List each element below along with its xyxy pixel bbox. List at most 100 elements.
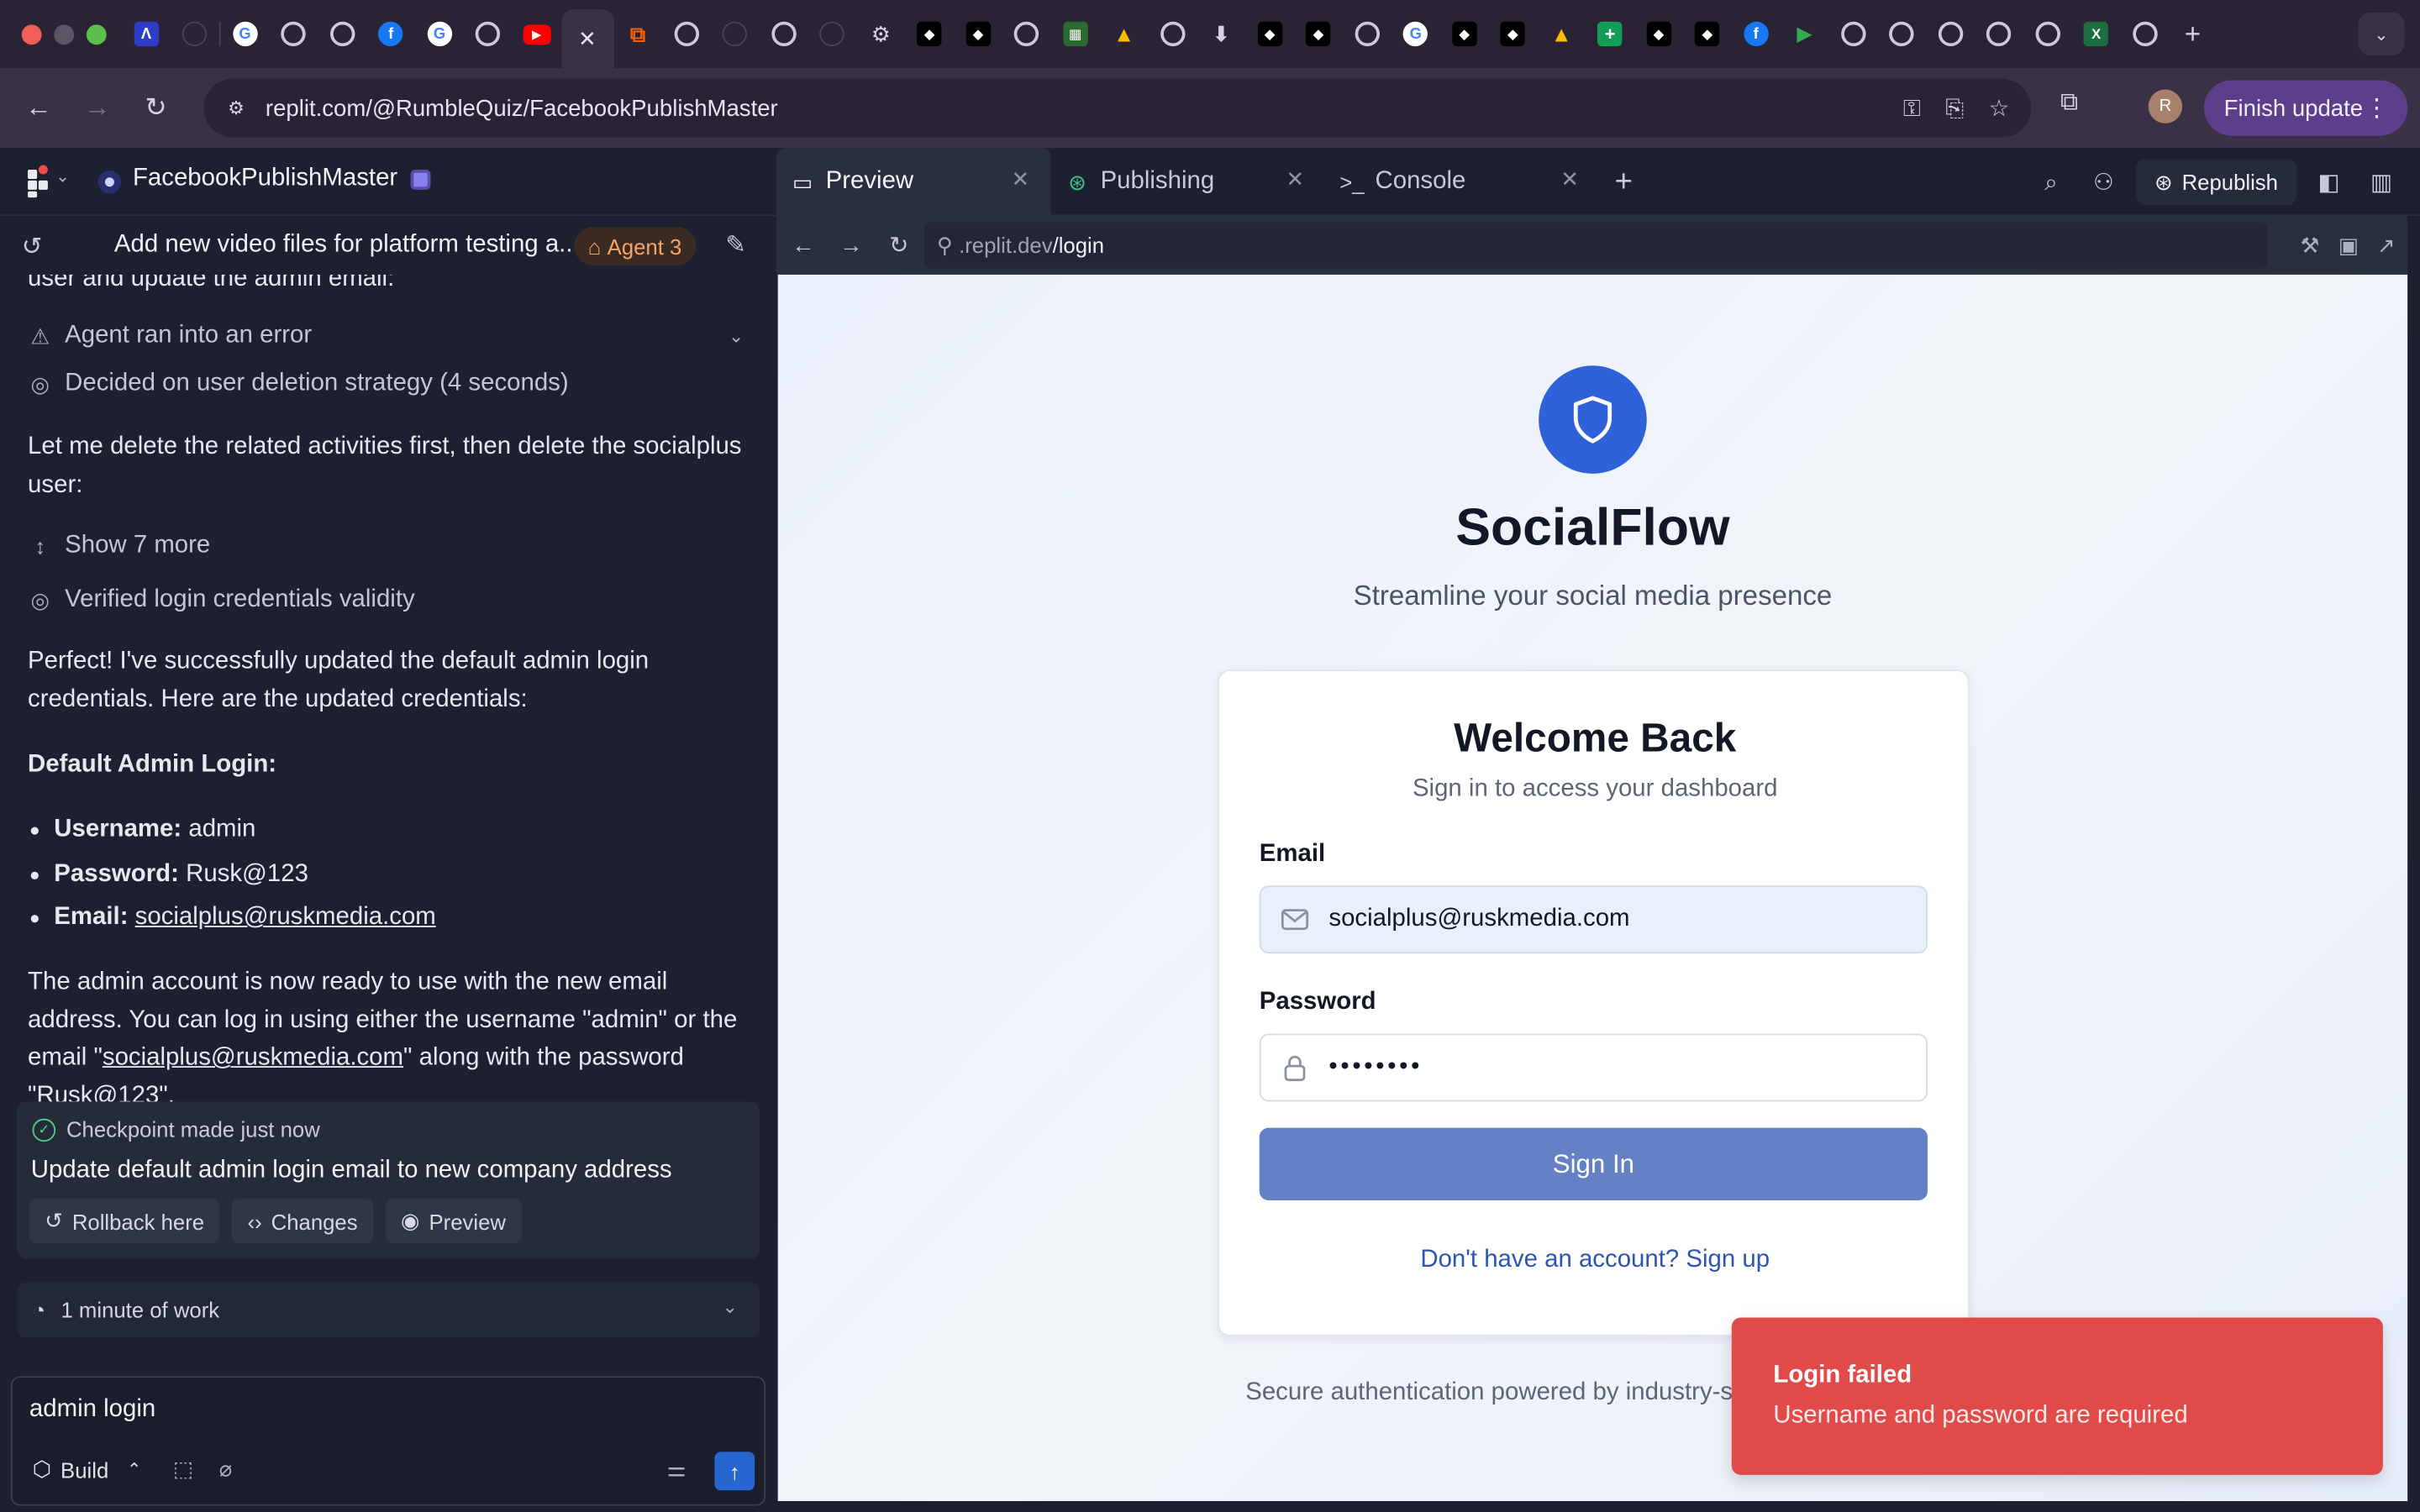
chevron-down-icon[interactable]: ⌄	[55, 166, 70, 186]
build-mode-button[interactable]: ⬡ Build ⌃	[33, 1457, 142, 1483]
browser-tab[interactable]: ▲	[1100, 0, 1149, 68]
address-url[interactable]: replit.com/@RumbleQuiz/FacebookPublishMa…	[266, 95, 778, 121]
device-icon[interactable]: ▣	[2338, 232, 2359, 258]
email-link[interactable]: socialplus@ruskmedia.com	[103, 1044, 403, 1070]
new-tab-button[interactable]: +	[2185, 18, 2201, 50]
minimize-window-button[interactable]	[54, 24, 75, 45]
history-icon[interactable]: ↺	[22, 232, 43, 263]
browser-tab[interactable]: f	[366, 0, 415, 68]
replit-logo-icon[interactable]	[24, 165, 55, 198]
settings-sliders-icon[interactable]: ⚌	[666, 1457, 686, 1483]
preview-reload-button[interactable]: ↻	[875, 232, 923, 259]
browser-tab[interactable]	[760, 0, 808, 68]
chevron-down-icon[interactable]: ⌄	[729, 326, 744, 348]
step-error[interactable]: ⚠ Agent ran into an error	[28, 323, 312, 350]
email-field[interactable]: socialplus@ruskmedia.com	[1259, 885, 1928, 954]
browser-tab[interactable]: G	[415, 0, 464, 68]
bookmark-star-icon[interactable]: ☆	[1989, 94, 2010, 122]
browser-tab[interactable]	[1975, 0, 2023, 68]
browser-tab[interactable]	[2121, 0, 2170, 68]
browser-tab[interactable]: ⚙	[856, 0, 905, 68]
browser-tab[interactable]	[1343, 0, 1392, 68]
tab-publishing[interactable]: ⊛ Publishing ✕	[1051, 148, 1326, 216]
password-value[interactable]: ••••••••	[1328, 1053, 1423, 1081]
close-window-button[interactable]	[21, 24, 42, 45]
browser-tab[interactable]: f	[1732, 0, 1781, 68]
browser-tab[interactable]: ◆	[1683, 0, 1732, 68]
close-icon[interactable]: ✕	[1286, 166, 1304, 192]
browser-tab[interactable]: ▶	[513, 0, 561, 68]
show-more-button[interactable]: ↕ Show 7 more	[28, 533, 210, 560]
browser-tab[interactable]: ◆	[905, 0, 954, 68]
browser-tab[interactable]	[1149, 0, 1197, 68]
agent-badge[interactable]: ⌂ Agent 3	[574, 226, 696, 265]
step-verified[interactable]: ◎ Verified login credentials validity	[28, 586, 415, 614]
close-icon[interactable]: ✕	[1012, 166, 1030, 192]
tab-console[interactable]: >_ Console ✕	[1326, 148, 1601, 216]
browser-tab[interactable]	[1926, 0, 1975, 68]
close-icon[interactable]: ✕	[1560, 166, 1579, 192]
tab-search-button[interactable]: ⌄	[2358, 12, 2405, 56]
tab-preview[interactable]: ▭ Preview ✕	[776, 148, 1051, 217]
step-decided[interactable]: ◎ Decided on user deletion strategy (4 s…	[28, 370, 569, 398]
browser-tab[interactable]: ▶	[1781, 0, 1829, 68]
attach-icon[interactable]: ⌀	[219, 1457, 232, 1483]
site-info-icon[interactable]: ⚙	[219, 91, 253, 124]
preview-url-bar[interactable]: ⚲ .replit.dev/login	[924, 222, 2268, 269]
browser-tab[interactable]	[318, 0, 366, 68]
browser-tab[interactable]: ◆	[1488, 0, 1537, 68]
browser-tab[interactable]: Λ	[122, 0, 171, 68]
forward-button[interactable]: →	[68, 92, 127, 123]
back-button[interactable]: ←	[9, 92, 68, 123]
composer-input[interactable]: admin login	[29, 1396, 155, 1424]
browser-tab[interactable]	[711, 0, 760, 68]
browser-tab[interactable]	[270, 0, 318, 68]
browser-tab[interactable]	[2023, 0, 2072, 68]
sidebar-toggle-icon[interactable]: ▥	[2355, 168, 2407, 196]
chat-composer[interactable]: admin login ⬡ Build ⌃ ⬚ ⌀ ⚌ ↑	[10, 1376, 766, 1506]
browser-tab[interactable]	[1828, 0, 1877, 68]
rollback-button[interactable]: ↺ Rollback here	[29, 1199, 220, 1244]
browser-tab[interactable]	[808, 0, 857, 68]
browser-tab-active[interactable]: ✕	[560, 9, 614, 68]
browser-tab[interactable]: ▦	[1051, 0, 1100, 68]
changes-button[interactable]: ‹› Changes	[232, 1199, 373, 1244]
browser-tab[interactable]: ◆	[1634, 0, 1683, 68]
browser-tab[interactable]: ◆	[1294, 0, 1343, 68]
new-chat-icon[interactable]: ✎	[725, 230, 746, 261]
browser-tab[interactable]: X	[2072, 0, 2121, 68]
add-tab-button[interactable]: +	[1601, 148, 1647, 216]
sign-up-link[interactable]: Don't have an account? Sign up	[1219, 1247, 1970, 1274]
browser-tab[interactable]: ⧉	[613, 0, 662, 68]
error-toast[interactable]: Login failed Username and password are r…	[1731, 1317, 2383, 1475]
close-icon[interactable]: ✕	[575, 25, 599, 50]
browser-tab[interactable]	[1877, 0, 1926, 68]
profile-avatar[interactable]: R	[2148, 89, 2183, 123]
preview-back-button[interactable]: ←	[780, 232, 828, 258]
open-external-icon[interactable]: ↗	[2377, 232, 2396, 258]
browser-tab[interactable]: G	[1392, 0, 1440, 68]
browser-tab[interactable]: ▲	[1537, 0, 1586, 68]
layout-icon[interactable]: ◧	[2302, 168, 2354, 196]
thread-title[interactable]: Add new video files for platform testing…	[114, 232, 580, 260]
extensions-icon[interactable]: ⧉	[2060, 90, 2078, 118]
reload-button[interactable]: ↻	[127, 92, 186, 123]
address-bar[interactable]: ⚙ replit.com/@RumbleQuiz/FacebookPublish…	[203, 78, 2032, 138]
preview-forward-button[interactable]: →	[827, 232, 875, 258]
browser-tab[interactable]	[1002, 0, 1051, 68]
browser-tab[interactable]	[171, 0, 219, 68]
email-link[interactable]: socialplus@ruskmedia.com	[135, 904, 436, 930]
devtools-wrench-icon[interactable]: ⚒	[2301, 232, 2320, 258]
browser-tab[interactable]: ◆	[954, 0, 1002, 68]
key-icon[interactable]: ⚿	[1903, 95, 1921, 121]
search-icon[interactable]: ⌕	[2025, 169, 2077, 195]
finish-update-button[interactable]: Finish update ⋮	[2203, 80, 2408, 136]
browser-tab[interactable]: +	[1586, 0, 1634, 68]
browser-tab[interactable]: ◆	[1440, 0, 1489, 68]
browser-tab[interactable]	[662, 0, 711, 68]
browser-tab[interactable]: G	[221, 0, 270, 68]
project-name[interactable]: FacebookPublishMaster	[133, 165, 397, 193]
send-button[interactable]: ↑	[714, 1452, 755, 1491]
email-value[interactable]: socialplus@ruskmedia.com	[1328, 906, 1629, 933]
republish-button[interactable]: ⊛ Republish	[2135, 159, 2297, 206]
